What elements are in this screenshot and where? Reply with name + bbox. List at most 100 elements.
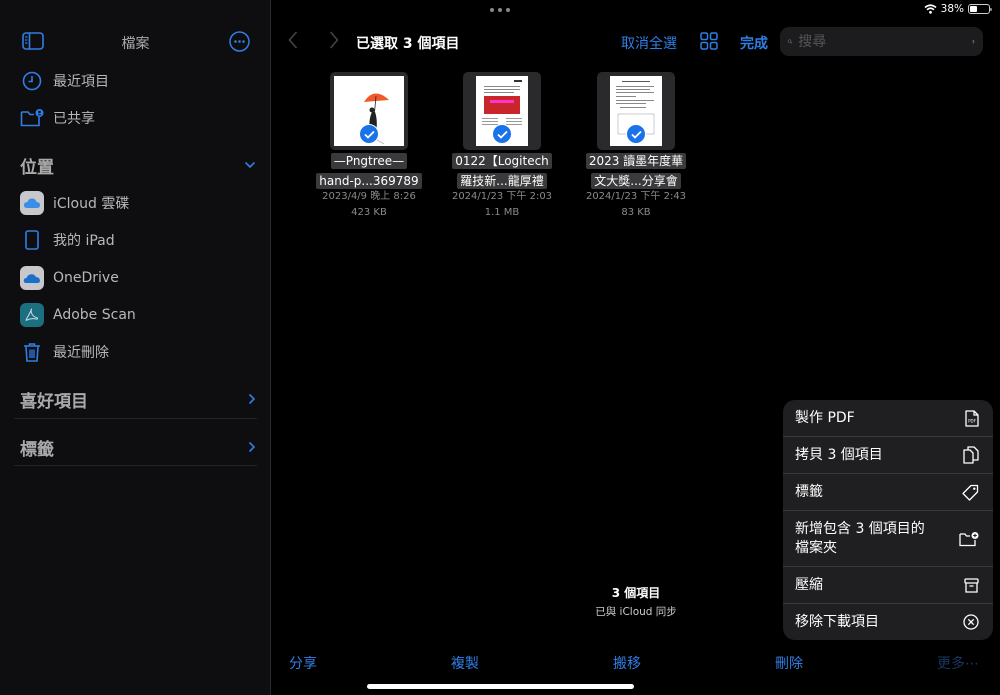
grid-view-icon[interactable]: [700, 32, 718, 50]
sidebar-section-tags[interactable]: 標籤: [20, 432, 256, 462]
sidebar-item-shared[interactable]: 已共享: [20, 104, 260, 132]
copy-docs-icon: [963, 446, 979, 464]
file-thumbnail: [463, 72, 541, 150]
section-title: 位置: [20, 157, 54, 178]
share-button[interactable]: 分享: [289, 653, 317, 673]
file-name-line2: hand-p...369789: [316, 173, 422, 189]
file-size: 423 KB: [351, 207, 387, 218]
chevron-down-icon[interactable]: [244, 161, 256, 169]
back-button[interactable]: [288, 30, 298, 54]
file-name-line1: —Pngtree—: [330, 153, 408, 169]
file-date: 2024/1/23 下午 2:03: [451, 191, 553, 202]
ipad-icon: [20, 228, 44, 252]
menu-item-new-folder-with-items[interactable]: 新增包含 3 個項目的 檔案夾: [783, 511, 993, 567]
delete-button[interactable]: 刪除: [775, 653, 803, 673]
sidebar-item-adobe-scan[interactable]: Adobe Scan: [20, 301, 260, 329]
sync-status: 已與 iCloud 同步: [595, 606, 677, 618]
label-line2: 檔案夾: [795, 539, 837, 556]
sidebar-item-label: 最近刪除: [53, 345, 109, 361]
move-button[interactable]: 搬移: [613, 653, 641, 673]
multitasking-handle[interactable]: [490, 8, 510, 12]
forward-button[interactable]: [329, 30, 339, 54]
sidebar-item-label: 最近項目: [53, 74, 109, 90]
context-menu: 製作 PDF PDF 拷貝 3 個項目 標籤 新增包含 3 個項目的 檔案夾 壓縮…: [783, 400, 993, 640]
sidebar-section-favorites[interactable]: 喜好項目: [20, 384, 256, 414]
trash-icon: [20, 340, 44, 364]
file-thumbnail: [330, 72, 408, 150]
duplicate-button[interactable]: 複製: [451, 653, 479, 673]
file-date: 2023/4/9 晚上 8:26: [322, 191, 416, 202]
wifi-icon: [924, 4, 937, 14]
section-title: 標籤: [20, 439, 54, 460]
remove-circle-icon: [963, 614, 979, 630]
menu-item-remove-download[interactable]: 移除下載項目: [783, 604, 993, 640]
selected-checkmark-icon[interactable]: [626, 124, 646, 144]
more-options-icon[interactable]: [229, 31, 250, 52]
tag-icon: [962, 484, 979, 501]
sidebar-item-label: 我的 iPad: [53, 233, 115, 249]
label-line1: 新增包含 3 個項目的: [795, 520, 925, 537]
chevron-right-icon: [329, 31, 339, 49]
page-title: 已選取 3 個項目: [356, 36, 460, 52]
sidebar: 檔案 最近項目 已共享 位置 iCloud 雲碟 我的 iPad OneDriv…: [0, 0, 271, 695]
menu-item-label: 新增包含 3 個項目的 檔案夾: [795, 520, 925, 558]
file-size: 83 KB: [621, 207, 651, 218]
selected-checkmark-icon[interactable]: [492, 124, 512, 144]
pdf-doc-icon: PDF: [965, 409, 979, 427]
sidebar-item-label: Adobe Scan: [53, 307, 136, 323]
selected-checkmark-icon[interactable]: [359, 124, 379, 144]
menu-item-label: 移除下載項目: [795, 613, 879, 630]
sidebar-item-recents[interactable]: 最近項目: [20, 67, 260, 95]
sidebar-item-label: OneDrive: [53, 270, 119, 286]
menu-item-label: 壓縮: [795, 576, 823, 593]
status-indicators: 38%: [924, 3, 992, 15]
shared-folder-icon: [20, 106, 44, 130]
adobe-scan-icon: [20, 303, 44, 327]
clock-icon: [20, 69, 44, 93]
battery-icon: [968, 4, 992, 14]
menu-item-tags[interactable]: 標籤: [783, 474, 993, 511]
file-item[interactable]: 0122【Logitech 羅技新...龍厚禮 2024/1/23 下午 2:0…: [442, 72, 562, 221]
file-item[interactable]: 2023 讀墨年度華 文大獎...分享會 2024/1/23 下午 2:43 8…: [576, 72, 696, 221]
search-bar[interactable]: [780, 27, 983, 56]
sidebar-item-onedrive[interactable]: OneDrive: [20, 264, 260, 292]
file-size: 1.1 MB: [484, 207, 520, 218]
file-thumbnail: [597, 72, 675, 150]
sidebar-item-my-ipad[interactable]: 我的 iPad: [20, 226, 260, 254]
divider: [14, 418, 257, 419]
more-button[interactable]: 更多⋯: [937, 653, 979, 673]
search-icon: [788, 39, 793, 44]
chevron-left-icon: [288, 31, 298, 49]
home-indicator[interactable]: [367, 684, 634, 689]
search-input[interactable]: [798, 33, 973, 50]
sidebar-item-recently-deleted[interactable]: 最近刪除: [20, 338, 260, 366]
microphone-icon[interactable]: [972, 34, 975, 50]
menu-item-label: 標籤: [795, 483, 823, 500]
chevron-right-icon[interactable]: [248, 441, 256, 453]
sidebar-section-locations[interactable]: 位置: [20, 150, 256, 180]
done-button[interactable]: 完成: [740, 33, 768, 53]
file-name-line1: 2023 讀墨年度華: [585, 153, 687, 169]
menu-item-compress[interactable]: 壓縮: [783, 567, 993, 604]
file-item[interactable]: —Pngtree— hand-p...369789 2023/4/9 晚上 8:…: [309, 72, 429, 221]
divider: [14, 465, 257, 466]
battery-percent: 38%: [940, 3, 964, 15]
section-title: 喜好項目: [20, 391, 88, 412]
onedrive-icon: [20, 266, 44, 290]
file-name-line1: 0122【Logitech: [452, 153, 552, 169]
item-count: 3 個項目: [611, 586, 661, 600]
sidebar-item-label: iCloud 雲碟: [53, 196, 130, 212]
new-folder-icon: [959, 531, 979, 546]
archive-box-icon: [964, 577, 979, 593]
sidebar-header: 檔案: [0, 28, 271, 56]
sidebar-item-icloud[interactable]: iCloud 雲碟: [20, 189, 260, 217]
svg-text:PDF: PDF: [968, 418, 976, 423]
menu-item-copy-items[interactable]: 拷貝 3 個項目: [783, 437, 993, 474]
deselect-all-button[interactable]: 取消全選: [621, 33, 677, 53]
sidebar-item-label: 已共享: [53, 111, 95, 127]
file-date: 2024/1/23 下午 2:43: [585, 191, 687, 202]
menu-item-make-pdf[interactable]: 製作 PDF PDF: [783, 400, 993, 437]
menu-item-label: 製作 PDF: [795, 409, 855, 426]
chevron-right-icon[interactable]: [248, 393, 256, 405]
file-name-line2: 文大獎...分享會: [591, 173, 681, 189]
